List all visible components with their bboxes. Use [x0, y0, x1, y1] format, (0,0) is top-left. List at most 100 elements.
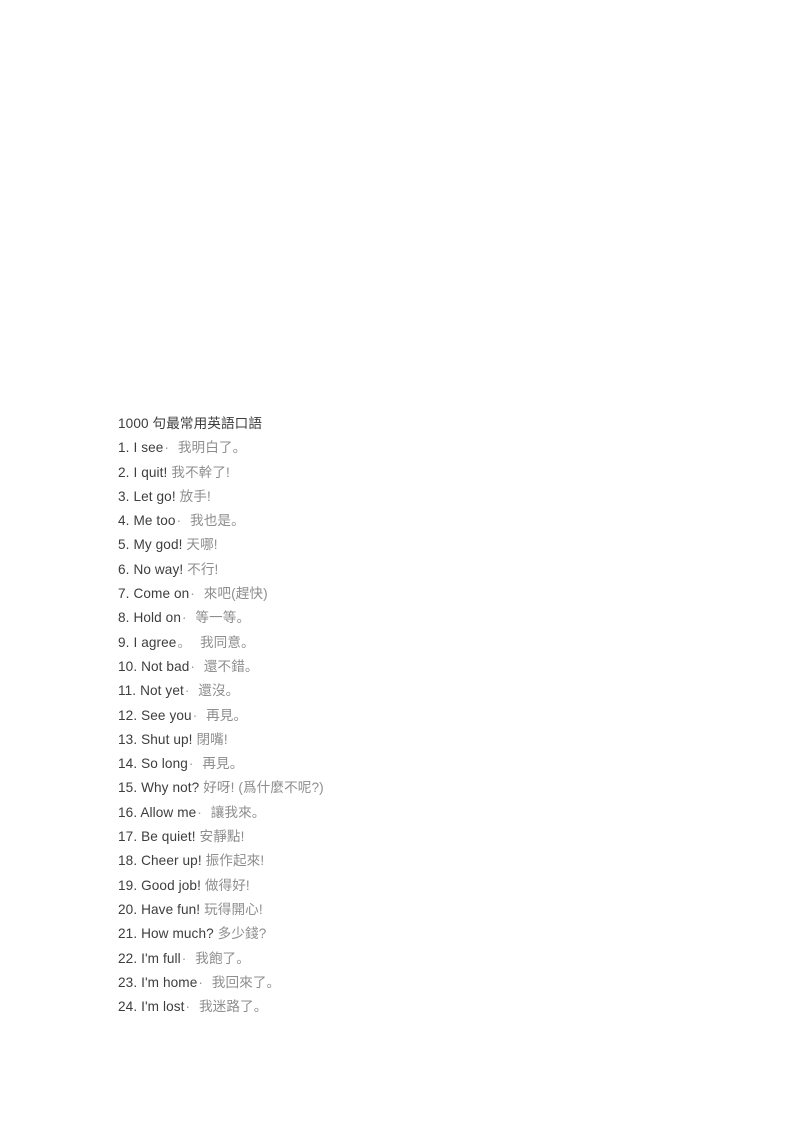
phrase-number: 5. — [118, 537, 130, 553]
phrase-separator: · — [182, 610, 187, 626]
phrase-english: I'm full — [141, 950, 181, 966]
phrase-english: Not bad — [141, 658, 190, 674]
phrase-line: 8. Hold on· 等一等。 — [118, 606, 718, 630]
phrase-separator: · — [190, 586, 195, 602]
phrase-line: 22. I'm full· 我飽了。 — [118, 947, 718, 971]
phrase-line: 12. See you· 再見。 — [118, 704, 718, 728]
phrase-chinese: 玩得開心! — [204, 901, 263, 917]
phrase-english: Why not? — [141, 780, 200, 796]
phrase-english: I'm home — [141, 974, 198, 990]
phrase-separator: · — [185, 999, 191, 1015]
phrase-chinese: 安靜點! — [199, 829, 245, 845]
phrase-line: 14. So long· 再見。 — [118, 752, 718, 776]
phrase-chinese: 多少錢? — [217, 926, 267, 942]
phrase-line: 18. Cheer up! 振作起來! — [118, 849, 718, 873]
phrase-english: I'm lost — [141, 999, 185, 1015]
phrase-chinese: 還沒。 — [198, 683, 240, 699]
phrase-english: How much? — [141, 926, 214, 942]
phrase-chinese: 我飽了。 — [195, 950, 250, 966]
phrase-chinese: 不行! — [187, 561, 219, 577]
phrase-line: 24. I'm lost· 我迷路了。 — [118, 995, 718, 1019]
phrase-chinese: 天哪! — [186, 537, 218, 553]
phrase-chinese: 振作起來! — [205, 853, 265, 869]
phrase-english: Not yet — [140, 683, 184, 699]
phrase-line: 2. I quit! 我不幹了! — [118, 461, 718, 485]
phrase-list-container: 1000 句最常用英語口語 1. I see· 我明白了。 2. I quit! … — [118, 412, 718, 1019]
phrase-line: 3. Let go! 放手! — [118, 485, 718, 509]
phrase-chinese: 我明白了。 — [177, 440, 247, 456]
phrase-english: See you — [141, 707, 192, 723]
phrase-line: 17. Be quiet! 安靜點! — [118, 825, 718, 849]
phrase-line: 16. Allow me· 讓我來。 — [118, 801, 718, 825]
phrase-chinese: 再見。 — [202, 756, 244, 772]
phrase-line: 4. Me too· 我也是。 — [118, 509, 718, 533]
phrase-english: I quit! — [133, 464, 168, 480]
phrase-number: 6. — [118, 561, 130, 577]
phrase-chinese: 讓我來。 — [210, 804, 266, 820]
phrase-separator: · — [184, 683, 190, 699]
phrase-number: 8. — [118, 610, 130, 626]
phrase-line: 10. Not bad· 還不錯。 — [118, 655, 718, 679]
phrase-english: So long — [141, 756, 188, 772]
phrase-separator: · — [164, 440, 170, 456]
phrase-english: No way! — [133, 561, 184, 577]
phrase-chinese: 好呀! (爲什麼不呢?) — [203, 780, 324, 796]
phrase-line: 13. Shut up! 閉嘴! — [118, 728, 718, 752]
document-page: 1000 句最常用英語口語 1. I see· 我明白了。 2. I quit! … — [0, 0, 800, 1132]
phrase-list: 1. I see· 我明白了。 2. I quit! 我不幹了! 3. Let go… — [118, 436, 718, 1019]
phrase-line: 19. Good job! 做得好! — [118, 874, 718, 898]
phrase-chinese: 放手! — [179, 488, 211, 504]
phrase-number: 16. — [118, 804, 138, 820]
phrase-english: Come on — [133, 586, 190, 602]
phrase-number: 2. — [118, 464, 130, 480]
phrase-number: 14. — [118, 756, 138, 772]
phrase-chinese: 再見。 — [206, 707, 248, 723]
phrase-chinese: 來吧(趕快) — [203, 586, 268, 602]
phrase-english: Allow me — [140, 804, 197, 820]
phrase-number: 23. — [118, 974, 138, 990]
phrase-chinese: 我迷路了。 — [198, 999, 268, 1015]
phrase-number: 10. — [118, 658, 138, 674]
phrase-chinese: 我不幹了! — [171, 464, 230, 480]
phrase-number: 17. — [118, 829, 138, 845]
phrase-number: 21. — [118, 926, 138, 942]
phrase-number: 3. — [118, 488, 130, 504]
phrase-number: 1. — [118, 440, 130, 456]
phrase-line: 21. How much? 多少錢? — [118, 922, 718, 946]
phrase-english: I see — [133, 440, 164, 456]
phrase-line: 11. Not yet· 還沒。 — [118, 679, 718, 703]
phrase-chinese: 我也是。 — [190, 513, 245, 529]
phrase-number: 22. — [118, 950, 138, 966]
phrase-chinese: 等一等。 — [195, 610, 251, 626]
phrase-number: 19. — [118, 877, 138, 893]
phrase-line: 6. No way! 不行! — [118, 558, 718, 582]
phrase-english: Cheer up! — [141, 853, 202, 869]
phrase-english: Be quiet! — [141, 829, 196, 845]
phrase-english: Good job! — [141, 877, 201, 893]
phrase-number: 4. — [118, 513, 130, 529]
phrase-chinese: 我同意。 — [199, 634, 255, 650]
phrase-number: 24. — [118, 999, 138, 1015]
phrase-number: 20. — [118, 901, 138, 917]
phrase-chinese: 還不錯。 — [203, 658, 259, 674]
phrase-separator: · — [188, 756, 194, 772]
phrase-separator: · — [197, 804, 202, 820]
phrase-english: Have fun! — [141, 901, 201, 917]
phrase-english: My god! — [133, 537, 183, 553]
phrase-line: 23. I'm home· 我回來了。 — [118, 971, 718, 995]
phrase-separator: · — [190, 658, 196, 674]
phrase-line: 7. Come on· 來吧(趕快) — [118, 582, 718, 606]
phrase-line: 20. Have fun! 玩得開心! — [118, 898, 718, 922]
phrase-number: 13. — [118, 731, 138, 747]
phrase-separator: · — [181, 950, 187, 966]
phrase-separator: · — [176, 513, 182, 529]
phrase-english: Shut up! — [141, 731, 193, 747]
phrase-number: 9. — [118, 634, 130, 650]
phrase-separator: · — [192, 707, 198, 723]
phrase-line: 15. Why not? 好呀! (爲什麼不呢?) — [118, 776, 718, 800]
phrase-number: 18. — [118, 853, 138, 869]
page-title: 1000 句最常用英語口語 — [118, 416, 263, 431]
phrase-line: 9. I agree。 我同意。 — [118, 631, 718, 655]
phrase-number: 11. — [118, 683, 137, 699]
phrase-separator: 。 — [177, 634, 192, 650]
